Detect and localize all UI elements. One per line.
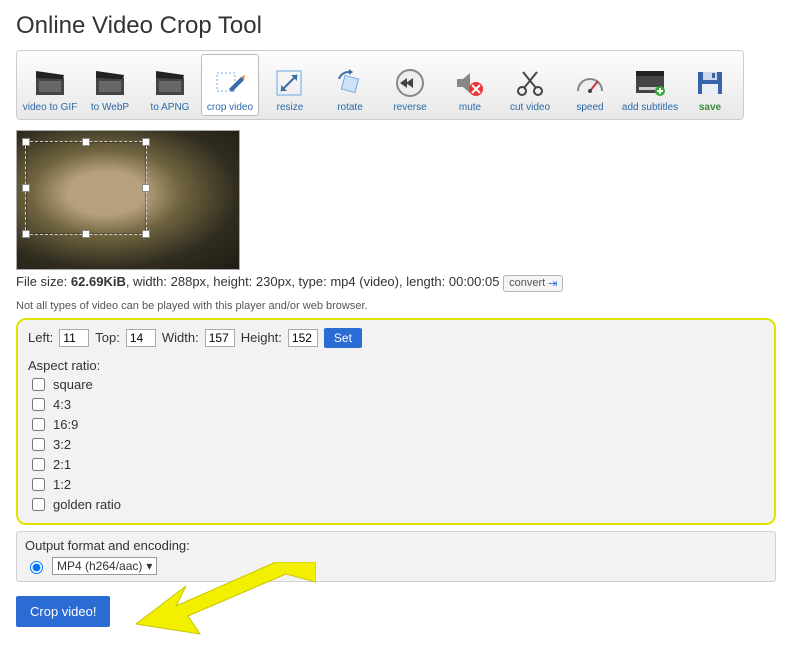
aspect-option-4-3[interactable]: 4:3 bbox=[28, 395, 764, 414]
aspect-label: 2:1 bbox=[53, 457, 71, 472]
file-info-rest: , width: 288px, height: 230px, type: mp4… bbox=[126, 274, 500, 289]
aspect-checkbox[interactable] bbox=[32, 458, 45, 471]
aspect-label: square bbox=[53, 377, 93, 392]
page-title: Online Video Crop Tool bbox=[16, 12, 784, 40]
tool-video-to-gif[interactable]: video to GIF bbox=[21, 54, 79, 116]
aspect-label: 16:9 bbox=[53, 417, 78, 432]
aspect-checkbox[interactable] bbox=[32, 438, 45, 451]
crop-handle-se[interactable] bbox=[142, 230, 150, 238]
aspect-label: 3:2 bbox=[53, 437, 71, 452]
aspect-option-1-2[interactable]: 1:2 bbox=[28, 475, 764, 494]
tool-label: rotate bbox=[337, 102, 363, 113]
tool-label: crop video bbox=[207, 102, 253, 113]
tool-label: mute bbox=[459, 102, 481, 113]
tool-label: add subtitles bbox=[622, 102, 678, 113]
crop-handle-e[interactable] bbox=[142, 184, 150, 192]
subtitles-icon bbox=[633, 68, 667, 98]
crop-handle-ne[interactable] bbox=[142, 138, 150, 146]
video-preview[interactable] bbox=[16, 130, 240, 270]
aspect-option-3-2[interactable]: 3:2 bbox=[28, 435, 764, 454]
clapper-icon bbox=[33, 68, 67, 98]
height-input[interactable] bbox=[288, 329, 318, 347]
crop-handle-sw[interactable] bbox=[22, 230, 30, 238]
crop-handle-n[interactable] bbox=[82, 138, 90, 146]
tool-save[interactable]: save bbox=[681, 54, 739, 116]
crop-dimensions-row: Left: Top: Width: Height: Set bbox=[28, 328, 764, 348]
file-size-prefix: File size: bbox=[16, 274, 71, 289]
aspect-checkbox[interactable] bbox=[32, 398, 45, 411]
player-note: Not all types of video can be played wit… bbox=[16, 300, 784, 312]
mute-icon bbox=[453, 68, 487, 98]
crop-handle-s[interactable] bbox=[82, 230, 90, 238]
tool-to-webp[interactable]: to WebP bbox=[81, 54, 139, 116]
save-icon bbox=[693, 68, 727, 98]
clapper-icon bbox=[153, 68, 187, 98]
convert-arrow-icon: ⇥ bbox=[548, 277, 557, 290]
width-input[interactable] bbox=[205, 329, 235, 347]
tool-label: to WebP bbox=[91, 102, 129, 113]
tool-label: save bbox=[699, 102, 721, 113]
clapper-icon bbox=[93, 68, 127, 98]
aspect-checkbox[interactable] bbox=[32, 478, 45, 491]
crop-pen-icon bbox=[213, 68, 247, 98]
aspect-ratio-group: Aspect ratio: square 4:3 16:9 3:2 2:1 1:… bbox=[28, 358, 764, 514]
tool-label: resize bbox=[277, 102, 304, 113]
tool-label: cut video bbox=[510, 102, 550, 113]
output-title: Output format and encoding: bbox=[25, 538, 767, 553]
reverse-icon bbox=[393, 68, 427, 98]
chevron-down-icon: ▾ bbox=[146, 559, 152, 573]
tool-to-apng[interactable]: to APNG bbox=[141, 54, 199, 116]
tool-label: to APNG bbox=[151, 102, 190, 113]
set-button[interactable]: Set bbox=[324, 328, 362, 348]
tool-cut-video[interactable]: cut video bbox=[501, 54, 559, 116]
convert-label: convert bbox=[509, 277, 545, 289]
tool-speed[interactable]: speed bbox=[561, 54, 619, 116]
tool-mute[interactable]: mute bbox=[441, 54, 499, 116]
aspect-option-golden[interactable]: golden ratio bbox=[28, 495, 764, 514]
top-label: Top: bbox=[95, 330, 120, 345]
file-info: File size: 62.69KiB, width: 288px, heigh… bbox=[16, 274, 784, 292]
tool-label: speed bbox=[576, 102, 603, 113]
output-panel: Output format and encoding: MP4 (h264/aa… bbox=[16, 531, 776, 582]
crop-video-button[interactable]: Crop video! bbox=[16, 596, 110, 627]
crop-selection[interactable] bbox=[25, 141, 147, 235]
aspect-checkbox[interactable] bbox=[32, 418, 45, 431]
tool-label: reverse bbox=[393, 102, 426, 113]
tool-resize[interactable]: resize bbox=[261, 54, 319, 116]
left-label: Left: bbox=[28, 330, 53, 345]
resize-icon bbox=[273, 68, 307, 98]
crop-settings-panel: Left: Top: Width: Height: Set Aspect rat… bbox=[16, 318, 776, 525]
crop-handle-nw[interactable] bbox=[22, 138, 30, 146]
aspect-title: Aspect ratio: bbox=[28, 358, 764, 373]
tool-reverse[interactable]: reverse bbox=[381, 54, 439, 116]
tool-crop-video[interactable]: crop video bbox=[201, 54, 259, 116]
output-radio[interactable] bbox=[30, 561, 43, 574]
aspect-option-2-1[interactable]: 2:1 bbox=[28, 455, 764, 474]
output-selected: MP4 (h264/aac) bbox=[57, 559, 142, 573]
scissors-icon bbox=[513, 68, 547, 98]
aspect-label: 1:2 bbox=[53, 477, 71, 492]
convert-button[interactable]: convert ⇥ bbox=[503, 275, 563, 292]
width-label: Width: bbox=[162, 330, 199, 345]
speed-icon bbox=[573, 68, 607, 98]
crop-handle-w[interactable] bbox=[22, 184, 30, 192]
aspect-label: golden ratio bbox=[53, 497, 121, 512]
aspect-checkbox[interactable] bbox=[32, 498, 45, 511]
aspect-option-square[interactable]: square bbox=[28, 375, 764, 394]
output-format-select[interactable]: MP4 (h264/aac) ▾ bbox=[52, 557, 157, 575]
toolbar: video to GIF to WebP to APNG crop video … bbox=[16, 50, 744, 120]
tool-rotate[interactable]: rotate bbox=[321, 54, 379, 116]
aspect-option-16-9[interactable]: 16:9 bbox=[28, 415, 764, 434]
left-input[interactable] bbox=[59, 329, 89, 347]
tool-add-subtitles[interactable]: add subtitles bbox=[621, 54, 679, 116]
tool-label: video to GIF bbox=[23, 102, 77, 113]
aspect-label: 4:3 bbox=[53, 397, 71, 412]
file-size-value: 62.69KiB bbox=[71, 274, 126, 289]
rotate-icon bbox=[333, 68, 367, 98]
height-label: Height: bbox=[241, 330, 282, 345]
top-input[interactable] bbox=[126, 329, 156, 347]
aspect-checkbox[interactable] bbox=[32, 378, 45, 391]
